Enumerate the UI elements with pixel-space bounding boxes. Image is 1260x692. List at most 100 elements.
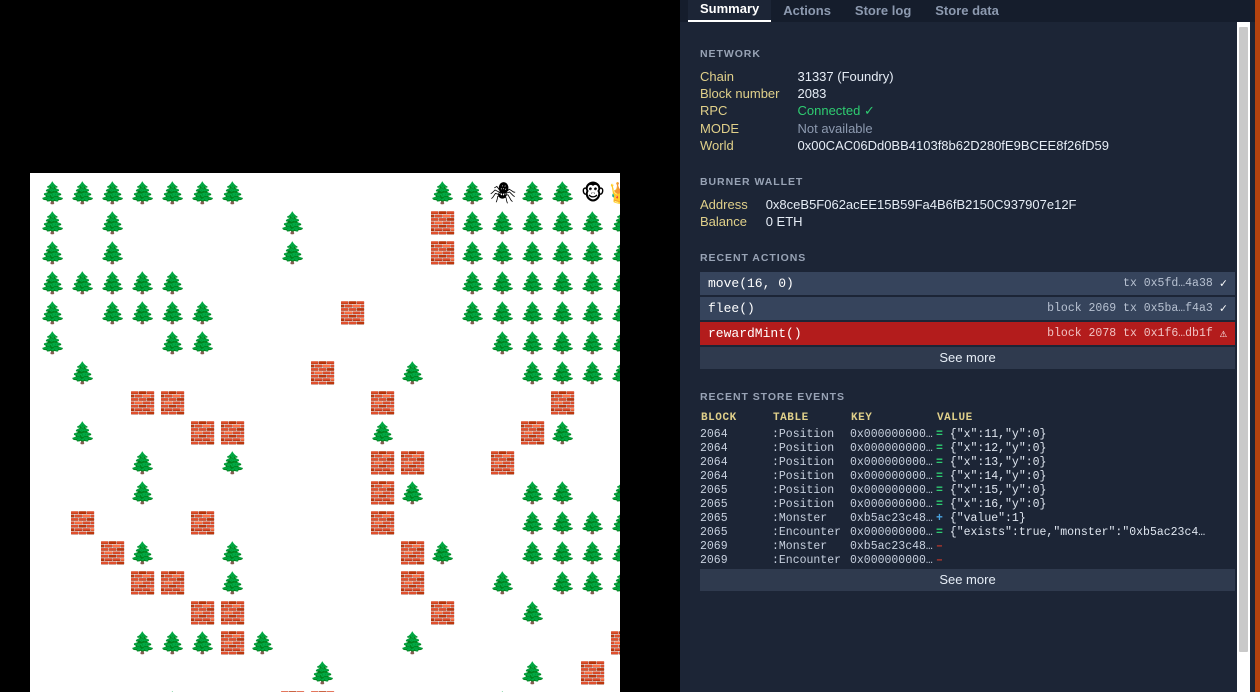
store-event-table: :Position bbox=[772, 455, 835, 469]
store-event-value-cell: = {"x":15,"y":0} bbox=[936, 483, 1235, 497]
board-tile-tree: 🌲 bbox=[519, 301, 547, 325]
board-tile-tree: 🌲 bbox=[549, 331, 577, 355]
recent-actions-see-more-button[interactable]: See more bbox=[700, 347, 1235, 369]
store-events-see-more-button[interactable]: See more bbox=[700, 569, 1235, 591]
board-tile-tree: 🌲 bbox=[579, 241, 607, 265]
board-tile-tree: 🌲 bbox=[579, 511, 607, 535]
board-tile-tree: 🌲 bbox=[39, 241, 67, 265]
board-tile-tree: 🌲 bbox=[99, 211, 127, 235]
panel-scrollbar[interactable] bbox=[1237, 22, 1250, 692]
board-tile-tree: 🌲 bbox=[489, 211, 517, 235]
check-icon: ✓ bbox=[1219, 302, 1227, 316]
board-tile-tree: 🌲 bbox=[608, 478, 620, 508]
board-tile-tree: 🌲 bbox=[488, 688, 518, 692]
store-event-key: 0x000000000… bbox=[850, 483, 933, 497]
board-tile-tree: 🌲 bbox=[459, 181, 487, 205]
game-board[interactable]: 🌲🌲🌲🌲🌲🌲🌲🌲🌲🕷🌲🌲🐵👑🌲🌲🌲🧱🌲🌲🌲🌲🌲🌲🌲🌲🌲🧱🌲🌲🌲🌲🌲🌲🌲🌲🌲🌲🌲🌲… bbox=[30, 173, 620, 692]
tab-store-log[interactable]: Store log bbox=[843, 1, 923, 22]
board-tile-tree: 🌲 bbox=[519, 361, 547, 385]
board-tile-tree: 🌲 bbox=[39, 331, 67, 355]
board-tile-boulder: 🧱 bbox=[309, 361, 337, 385]
board-tile-boulder: 🧱 bbox=[519, 421, 547, 445]
action-name: flee() bbox=[708, 301, 755, 316]
board-tile-tree: 🌲 bbox=[549, 481, 577, 505]
tab-bar: Summary Actions Store log Store data bbox=[680, 0, 1255, 22]
burner-wallet-key: Balance bbox=[700, 214, 747, 229]
store-event-value-cell: = {"x":12,"y":0} bbox=[936, 441, 1235, 455]
action-meta: tx 0x5fd…4a38 ✓ bbox=[1123, 276, 1227, 291]
board-tile-tree: 🌲 bbox=[459, 211, 487, 235]
board-tile-boulder: 🧱 bbox=[399, 541, 427, 565]
store-event-row: 2064:Position 0x000000000… = {"x":13,"y":0… bbox=[700, 455, 1235, 469]
board-tile-tree: 🌲 bbox=[189, 631, 217, 655]
board-tile-boulder: 🧱 bbox=[159, 571, 187, 595]
store-events-column-header: BLOCK bbox=[701, 412, 737, 424]
store-event-key: 0x000000000… bbox=[850, 455, 933, 469]
store-event-table: :Monster bbox=[772, 511, 828, 525]
board-tile-boulder: 🧱 bbox=[129, 571, 157, 595]
board-tile-tree: 🌲 bbox=[459, 241, 487, 265]
action-row[interactable]: move(16, 0) tx 0x5fd…4a38 ✓ bbox=[700, 272, 1235, 295]
store-event-value: {"x":11,"y":0} bbox=[942, 427, 1047, 441]
store-event-row: 2064:Position 0x000000000… = {"x":11,"y":0… bbox=[700, 427, 1235, 441]
board-tile-boulder: 🧱 bbox=[189, 421, 217, 445]
dev-tools-panel: Summary Actions Store log Store data NETWOR… bbox=[680, 0, 1260, 692]
board-tile-tree: 🌲 bbox=[219, 181, 247, 205]
tab-store-data[interactable]: Store data bbox=[923, 1, 1011, 22]
store-event-key: 0xb5ac23c48… bbox=[850, 539, 933, 553]
tab-summary[interactable]: Summary bbox=[688, 0, 772, 22]
store-event-value: {"x":15,"y":0} bbox=[942, 483, 1047, 497]
network-key: RPC bbox=[700, 103, 728, 118]
store-events-column-header: TABLE bbox=[773, 412, 809, 424]
board-tile-tree: 🌲 bbox=[608, 268, 620, 298]
board-tile-boulder: 🧱 bbox=[399, 571, 427, 595]
board-tile-tree: 🌲 bbox=[519, 241, 547, 265]
store-event-block: 2064 bbox=[700, 469, 728, 483]
board-tile-boulder: 🧱 bbox=[69, 511, 97, 535]
board-tile-boulder: 🧱 bbox=[429, 241, 457, 265]
board-tile-tree: 🌲 bbox=[219, 541, 247, 565]
action-meta: block 2078 tx 0x1f6…db1f ⚠ bbox=[1047, 326, 1227, 341]
network-section-heading: NETWORK bbox=[700, 48, 761, 60]
network-row: RPC Connected ✓ bbox=[700, 102, 1109, 120]
store-events-column-header: VALUE bbox=[937, 412, 973, 424]
board-tile-boulder: 🧱 bbox=[308, 688, 338, 692]
store-event-op-icon: – bbox=[936, 553, 943, 567]
board-tile-tree: 🌲 bbox=[608, 328, 620, 358]
board-tile-tree: 🌲 bbox=[279, 211, 307, 235]
store-event-row: 2069:Encounter 0x000000000… – bbox=[700, 553, 1235, 567]
board-tile-tree: 🌲 bbox=[519, 511, 547, 535]
network-row: Chain 31337 (Foundry) bbox=[700, 68, 1109, 85]
network-key: MODE bbox=[700, 121, 739, 136]
board-tile-boulder: 🧱 bbox=[399, 451, 427, 475]
board-tile-tree: 🌲 bbox=[219, 571, 247, 595]
store-event-op-icon: = bbox=[936, 469, 943, 483]
action-row[interactable]: rewardMint() block 2078 tx 0x1f6…db1f ⚠ bbox=[700, 322, 1235, 345]
store-event-key: 0x000000000… bbox=[850, 497, 933, 511]
panel-scrollbar-thumb[interactable] bbox=[1239, 27, 1248, 652]
store-event-row: 2069:Monster 0xb5ac23c48… – bbox=[700, 539, 1235, 553]
board-tile-tree: 🌲 bbox=[129, 181, 157, 205]
board-tile-boulder: 🧱 bbox=[219, 421, 247, 445]
board-tile-tree: 🌲 bbox=[69, 271, 97, 295]
board-tile-tree: 🌲 bbox=[39, 301, 67, 325]
action-row[interactable]: flee() block 2069 tx 0x5ba…f4a3 ✓ bbox=[700, 297, 1235, 320]
burner-wallet-key: Address bbox=[700, 197, 748, 212]
store-event-key: 0x000000000… bbox=[850, 553, 933, 567]
board-tile-tree: 🌲 bbox=[459, 271, 487, 295]
panel-scroll-content: NETWORK Chain 31337 (Foundry) Block number… bbox=[680, 22, 1255, 692]
store-events-column-header: KEY bbox=[851, 412, 873, 424]
board-tile-tree: 🌲 bbox=[69, 361, 97, 385]
tab-actions[interactable]: Actions bbox=[771, 1, 843, 22]
recent-store-events-section-heading: RECENT STORE EVENTS bbox=[700, 391, 845, 403]
burner-wallet-value: 0 ETH bbox=[765, 214, 803, 229]
board-tile-boulder: 🧱 bbox=[219, 631, 247, 655]
board-tile-tree: 🌲 bbox=[249, 631, 277, 655]
board-tile-tree: 🌲 bbox=[129, 631, 157, 655]
store-event-row: 2065:Position 0x000000000… = {"x":16,"y":0… bbox=[700, 497, 1235, 511]
store-event-value-cell: + {"value":1} bbox=[936, 511, 1235, 525]
store-event-value-cell: = {"x":13,"y":0} bbox=[936, 455, 1235, 469]
board-tile-tree: 🌲 bbox=[519, 541, 547, 565]
board-tile-tree: 🌲 bbox=[519, 481, 547, 505]
store-event-table: :Encounter bbox=[772, 553, 842, 567]
